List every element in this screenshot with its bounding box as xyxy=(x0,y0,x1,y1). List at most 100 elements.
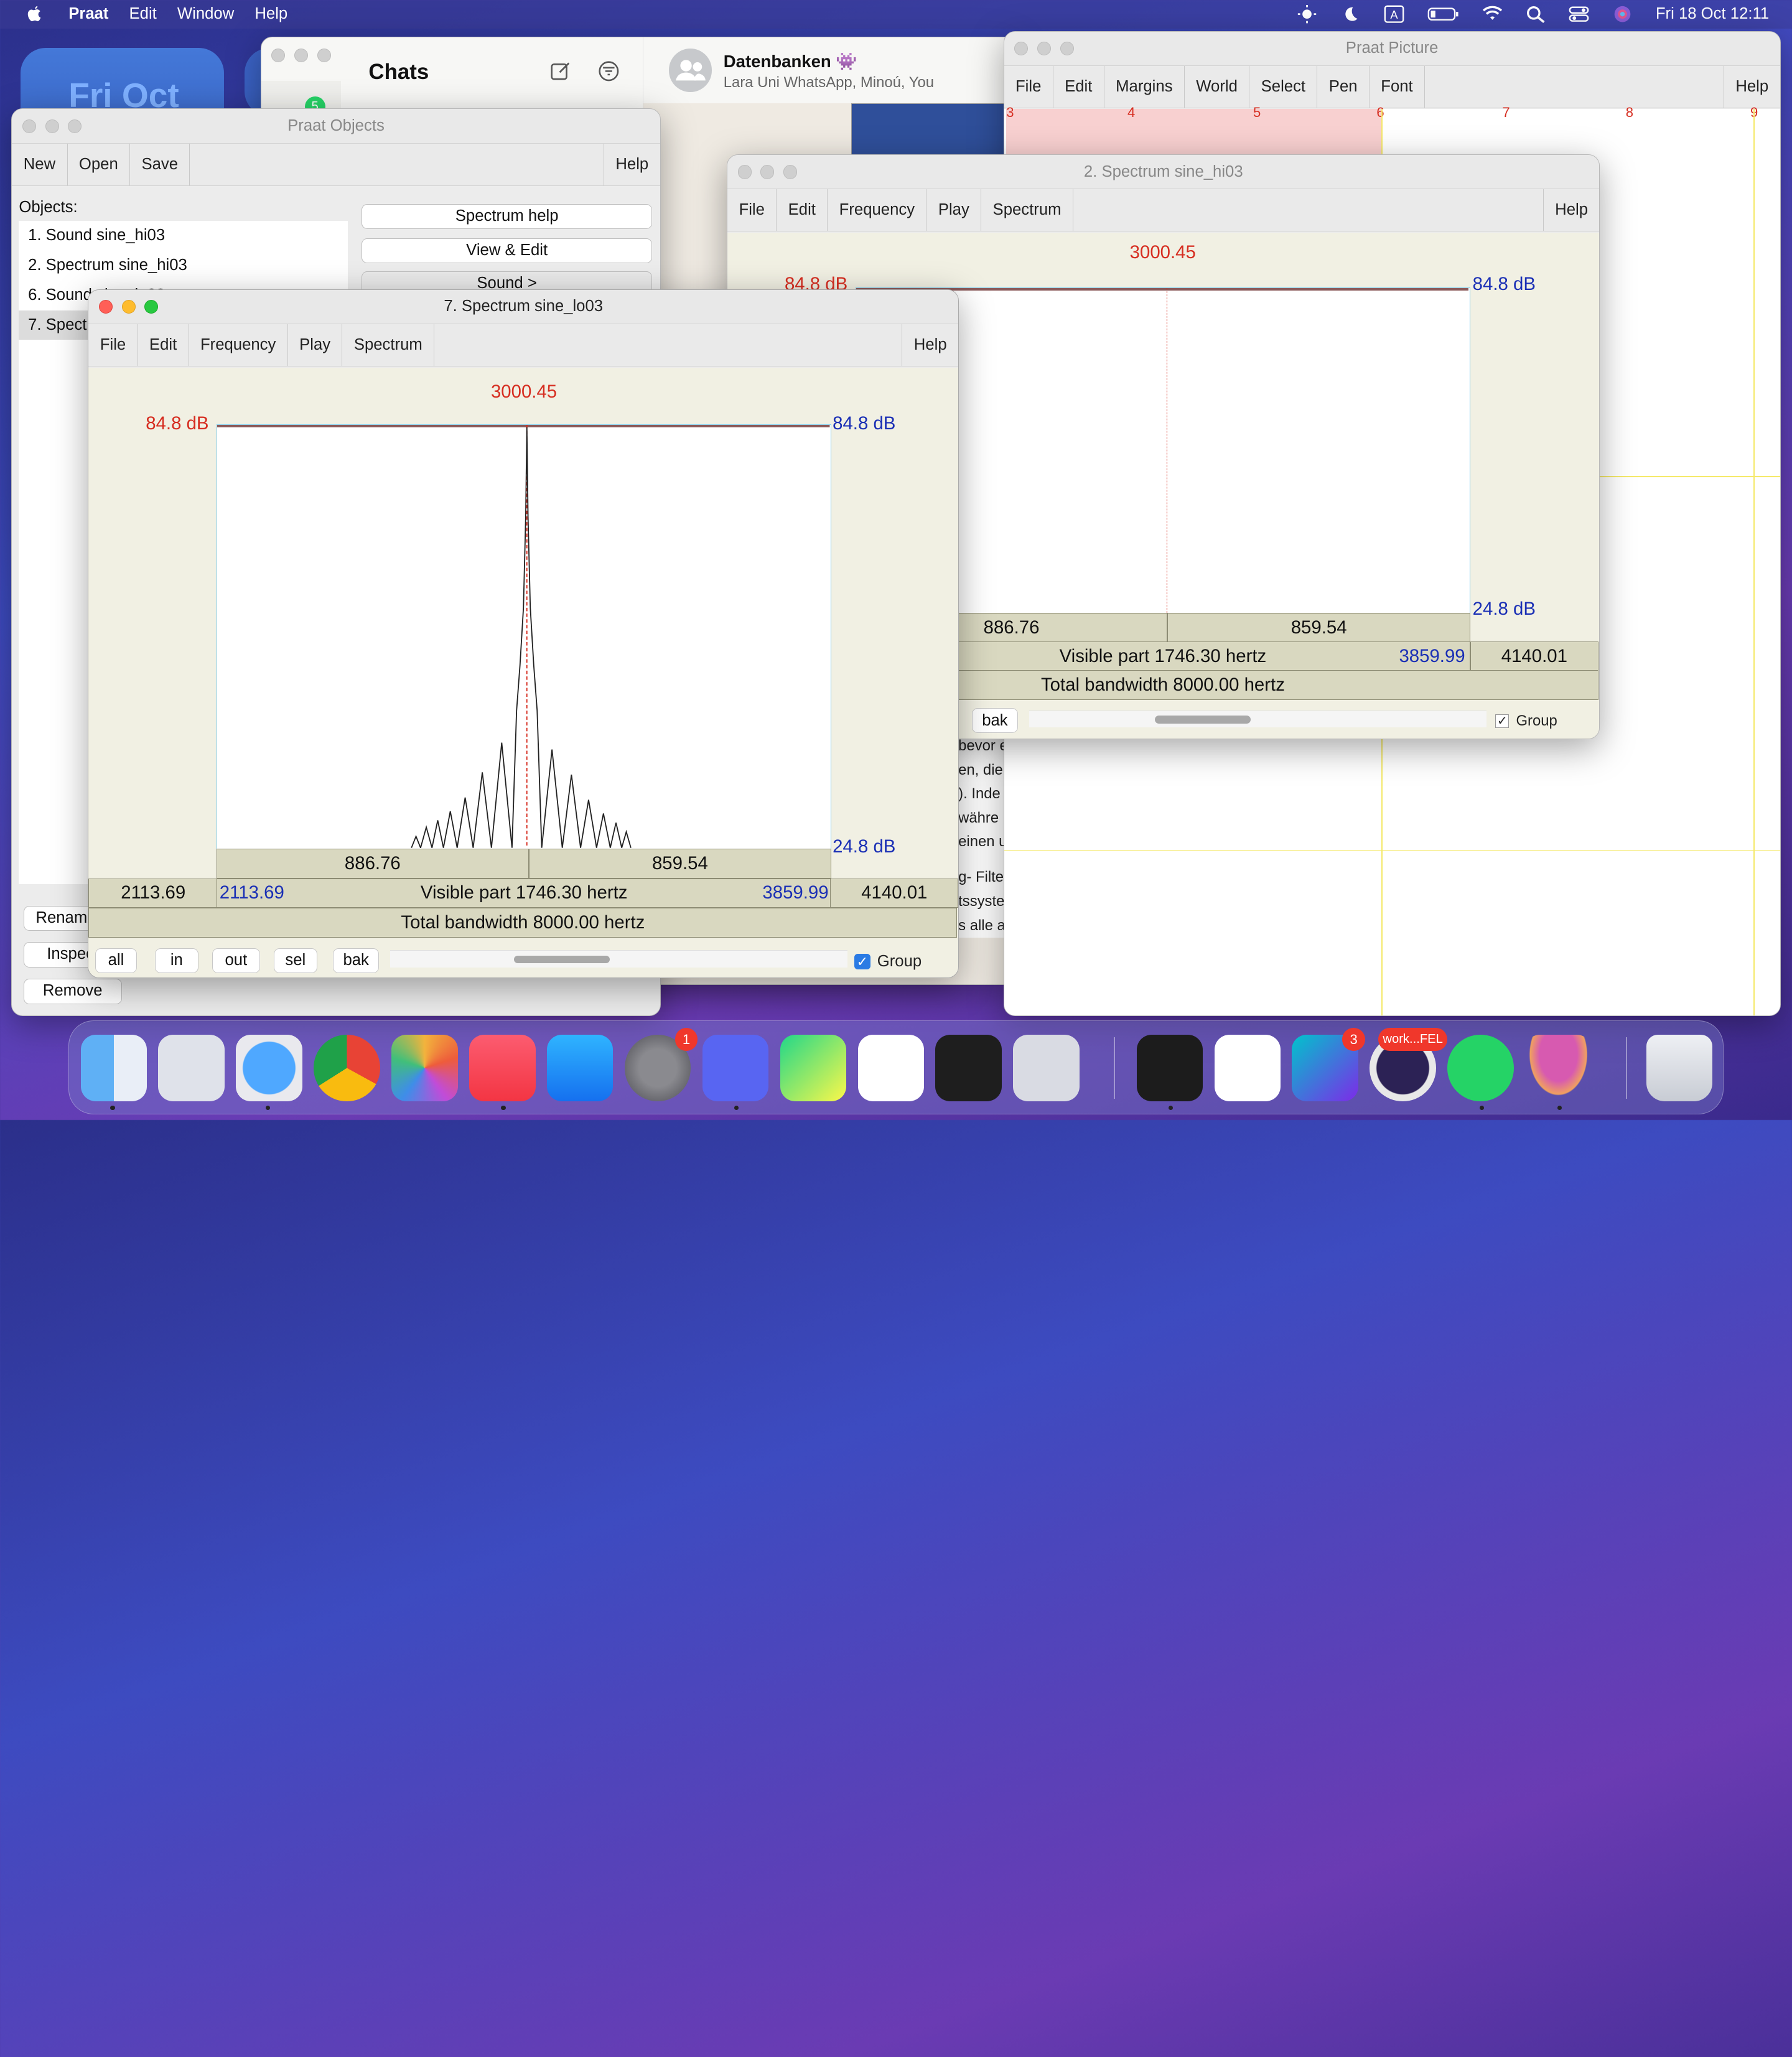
iphone-mirroring-icon[interactable] xyxy=(1013,1035,1080,1101)
menu-spectrum[interactable]: Spectrum xyxy=(981,189,1073,231)
menu-select[interactable]: Select xyxy=(1249,65,1318,108)
praat-icon[interactable] xyxy=(1525,1035,1592,1101)
close-icon[interactable] xyxy=(737,165,752,179)
vscode-icon[interactable] xyxy=(1214,1035,1281,1101)
menu-app-name[interactable]: Praat xyxy=(68,5,108,23)
menubar-clock[interactable]: Fri 18 Oct 12:11 xyxy=(1656,5,1769,23)
menu-frequency[interactable]: Frequency xyxy=(189,324,288,366)
help-button[interactable]: Help xyxy=(902,324,958,366)
moon-icon[interactable] xyxy=(1340,5,1361,23)
close-icon[interactable] xyxy=(22,119,36,134)
finder-icon[interactable] xyxy=(80,1035,147,1101)
list-item[interactable]: 1. Sound sine_hi03 xyxy=(19,221,348,251)
horizontal-scrollbar[interactable] xyxy=(1029,710,1486,728)
all-button[interactable]: all xyxy=(95,948,137,973)
menu-world[interactable]: World xyxy=(1185,65,1250,108)
menu-frequency[interactable]: Frequency xyxy=(828,189,927,231)
photos-icon[interactable] xyxy=(391,1035,458,1101)
sel-button[interactable]: sel xyxy=(273,948,317,973)
terminal-icon[interactable] xyxy=(1136,1035,1203,1101)
control-center-icon[interactable] xyxy=(1569,5,1589,23)
scrollbar-thumb[interactable] xyxy=(1155,715,1251,724)
menu-edit[interactable]: Edit xyxy=(138,324,189,366)
spectrum-help-button[interactable]: Spectrum help xyxy=(362,203,652,230)
appstore-icon[interactable] xyxy=(546,1035,614,1101)
discord-icon[interactable] xyxy=(702,1035,769,1101)
close-icon[interactable] xyxy=(1014,42,1029,56)
spectrum-plot[interactable] xyxy=(217,424,832,850)
chrome-icon[interactable] xyxy=(314,1035,380,1101)
out-button[interactable]: out xyxy=(212,948,260,973)
right-rest-cell[interactable]: 4140.01 xyxy=(830,878,958,908)
list-item[interactable]: 2. Spectrum sine_hi03 xyxy=(19,251,348,281)
battery-icon[interactable] xyxy=(1427,5,1459,23)
menu-help[interactable]: Help xyxy=(254,5,287,23)
total-bandwidth-cell[interactable]: Total bandwidth 8000.00 hertz xyxy=(88,908,958,938)
help-button[interactable]: Help xyxy=(604,143,660,185)
remove-button[interactable]: Remove xyxy=(23,979,122,1004)
menu-play[interactable]: Play xyxy=(288,324,343,366)
settings-icon[interactable]: 1 xyxy=(624,1028,698,1101)
open-button[interactable]: Open xyxy=(68,143,131,185)
minimize-icon[interactable] xyxy=(1037,42,1051,56)
input-source-icon[interactable]: A xyxy=(1384,5,1404,23)
menu-spectrum[interactable]: Spectrum xyxy=(342,324,435,366)
group-checkbox[interactable]: ✓ Group xyxy=(1495,712,1557,730)
right-rest-cell[interactable]: 4140.01 xyxy=(1470,641,1598,672)
minimize-icon[interactable] xyxy=(121,300,136,314)
menu-margins[interactable]: Margins xyxy=(1104,65,1185,108)
left-rest-cell[interactable]: 2113.69 xyxy=(88,878,218,908)
vscode-icon[interactable] xyxy=(857,1035,925,1101)
zoom-icon[interactable] xyxy=(1060,42,1074,56)
menu-edit[interactable]: Edit xyxy=(129,5,157,23)
music-icon[interactable] xyxy=(469,1035,536,1101)
help-button[interactable]: Help xyxy=(1723,65,1780,108)
menu-font[interactable]: Font xyxy=(1370,65,1426,108)
zoom-icon[interactable] xyxy=(317,49,331,63)
eclipse-icon[interactable]: work...FEL xyxy=(1370,1028,1448,1101)
close-icon[interactable] xyxy=(271,49,286,63)
bak-button[interactable]: bak xyxy=(333,948,379,973)
save-button[interactable]: Save xyxy=(130,143,190,185)
filter-icon[interactable] xyxy=(597,60,620,83)
zoom-icon[interactable] xyxy=(144,300,159,314)
pycharm-icon[interactable] xyxy=(780,1035,847,1101)
right-width-cell[interactable]: 859.54 xyxy=(528,848,832,879)
figma-icon[interactable] xyxy=(935,1035,1002,1101)
menu-file[interactable]: File xyxy=(727,189,777,231)
menu-play[interactable]: Play xyxy=(926,189,982,231)
chat-name[interactable]: Datenbanken 👾 xyxy=(724,51,857,72)
menu-file[interactable]: File xyxy=(88,324,138,366)
minimize-icon[interactable] xyxy=(760,165,775,179)
minimize-icon[interactable] xyxy=(294,49,309,63)
left-width-cell[interactable]: 886.76 xyxy=(217,848,529,879)
menu-edit[interactable]: Edit xyxy=(777,189,828,231)
new-chat-icon[interactable] xyxy=(549,60,572,83)
whatsapp-icon[interactable] xyxy=(1447,1035,1514,1101)
siri-icon[interactable] xyxy=(1612,5,1633,23)
wifi-icon[interactable] xyxy=(1482,5,1503,23)
spectrum-lo-window[interactable]: 7. Spectrum sine_lo03 File Edit Frequenc… xyxy=(88,289,959,979)
spectrum-lo-editor[interactable]: 3000.45 84.8 dB 84.8 dB 24.8 dB 886.76 8… xyxy=(88,367,958,978)
minimize-icon[interactable] xyxy=(45,119,59,134)
horizontal-scrollbar[interactable] xyxy=(390,950,847,968)
avatar[interactable] xyxy=(668,49,712,92)
chat-image-thumbnail[interactable] xyxy=(851,103,1004,159)
right-width-cell[interactable]: 859.54 xyxy=(1167,613,1470,643)
group-checkbox[interactable]: ✓ Group xyxy=(854,953,922,971)
menu-window[interactable]: Window xyxy=(177,5,234,23)
trash-icon[interactable] xyxy=(1646,1035,1713,1101)
safari-icon[interactable] xyxy=(236,1035,302,1101)
scrollbar-thumb[interactable] xyxy=(513,955,610,964)
apple-icon[interactable] xyxy=(25,5,43,23)
in-button[interactable]: in xyxy=(154,948,198,973)
brightness-icon[interactable] xyxy=(1297,5,1317,24)
canva-icon[interactable]: 3 xyxy=(1292,1028,1365,1101)
help-button[interactable]: Help xyxy=(1542,189,1600,231)
visible-part-cell[interactable]: 2113.69 Visible part 1746.30 hertz 3859.… xyxy=(217,878,832,908)
new-button[interactable]: New xyxy=(12,143,68,185)
launchpad-icon[interactable] xyxy=(158,1035,225,1101)
menu-pen[interactable]: Pen xyxy=(1317,65,1370,108)
menu-file[interactable]: File xyxy=(1004,65,1053,108)
zoom-icon[interactable] xyxy=(783,165,798,179)
